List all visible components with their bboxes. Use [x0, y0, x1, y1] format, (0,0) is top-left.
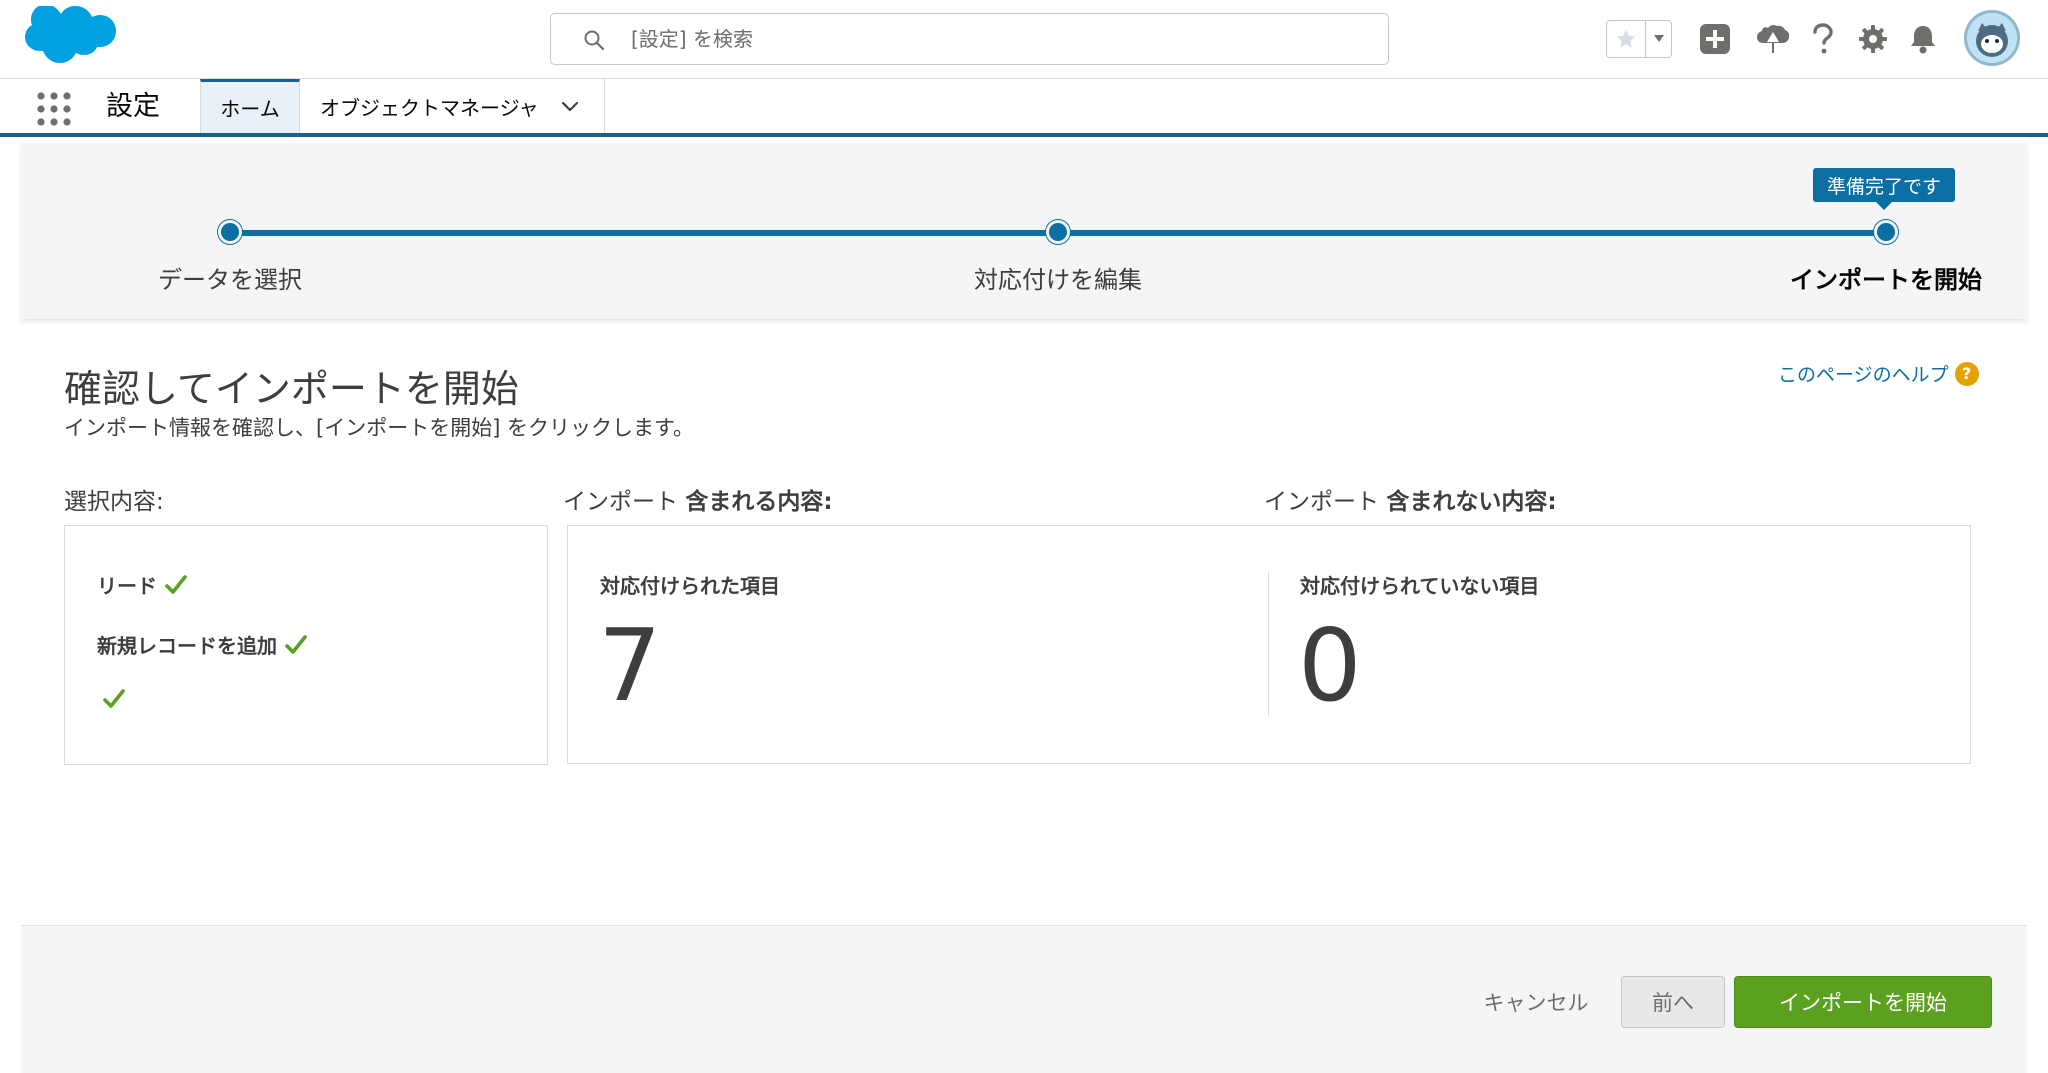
- tab-object-manager-label: オブジェクトマネージャ: [320, 95, 539, 120]
- selection-section-label: 選択内容:: [64, 489, 164, 515]
- user-avatar[interactable]: [1964, 10, 2020, 66]
- app-navigation: 設定 ホーム オブジェクトマネージャ: [0, 79, 2048, 137]
- import-progress: データを選択 対応付けを編集 インポートを開始 準備完了です: [21, 143, 2027, 319]
- selection-item-object-label: リード: [97, 574, 157, 598]
- favorites-dropdown-button[interactable]: [1645, 21, 1671, 57]
- global-actions-button[interactable]: [1696, 20, 1734, 58]
- selection-item-object: リード: [97, 570, 187, 599]
- start-import-button[interactable]: インポートを開始: [1734, 976, 1992, 1028]
- header-actions: [1600, 0, 2048, 79]
- included-label-prefix: インポート: [563, 489, 678, 515]
- excluded-label-bold: 含まれない内容:: [1386, 489, 1557, 515]
- excluded-section-label: インポート 含まれない内容:: [1264, 482, 1557, 516]
- selection-item-extra: [103, 688, 125, 710]
- astro-avatar-icon: [1976, 23, 2008, 57]
- search-icon: [584, 30, 605, 51]
- bell-icon: [1911, 26, 1935, 54]
- plus-icon: [1700, 24, 1730, 54]
- page-help-link-label: このページのヘルプ: [1778, 364, 1949, 386]
- page-title: 確認してインポートを開始: [64, 367, 519, 411]
- selection-item-action: 新規レコードを追加: [97, 630, 307, 659]
- progress-step-2-label: 対応付けを編集: [974, 266, 1142, 294]
- import-summary-box: 対応付けられた項目 7 対応付けられていない項目 0: [567, 525, 1971, 764]
- app-name: 設定: [106, 91, 160, 122]
- included-section-label: インポート 含まれる内容:: [563, 482, 833, 516]
- progress-step-1-dot[interactable]: [218, 220, 242, 244]
- included-label-bold: 含まれる内容:: [685, 489, 833, 515]
- trailhead-icon: [1757, 24, 1790, 53]
- check-icon: [285, 634, 307, 654]
- check-icon: [103, 689, 125, 708]
- tab-object-manager[interactable]: オブジェクトマネージャ: [300, 79, 605, 133]
- app-launcher-icon[interactable]: [36, 91, 72, 127]
- unmapped-fields-count: 0: [1298, 607, 1362, 724]
- global-header: [0, 0, 2048, 79]
- favorites-group: [1606, 20, 1672, 58]
- progress-step-1-label: データを選択: [158, 266, 302, 294]
- excluded-label-prefix: インポート: [1264, 489, 1379, 515]
- caret-down-icon: [1653, 35, 1664, 42]
- page-help-link[interactable]: このページのヘルプ ?: [1778, 360, 1979, 387]
- gear-icon: [1859, 25, 1887, 53]
- favorites-star-button[interactable]: [1607, 21, 1645, 57]
- setup-button[interactable]: [1854, 20, 1892, 58]
- progress-step-3-dot[interactable]: [1874, 220, 1898, 244]
- mapped-fields-count: 7: [598, 607, 662, 724]
- unmapped-fields-label: 対応付けられていない項目: [1300, 574, 1540, 598]
- search-input[interactable]: [631, 22, 1351, 56]
- summary-divider: [1268, 572, 1269, 716]
- question-icon: [1813, 23, 1833, 54]
- progress-tooltip: 準備完了です: [1813, 168, 1956, 210]
- cancel-button[interactable]: キャンセル: [1461, 976, 1611, 1028]
- progress-step-3-label: インポートを開始: [1790, 266, 1982, 294]
- tab-home[interactable]: ホーム: [200, 79, 300, 133]
- check-icon: [165, 574, 187, 594]
- global-search[interactable]: [550, 13, 1389, 65]
- trailhead-button[interactable]: [1754, 20, 1792, 58]
- previous-button[interactable]: 前へ: [1621, 976, 1725, 1028]
- salesforce-logo[interactable]: [22, 6, 116, 72]
- help-icon: ?: [1954, 361, 1979, 386]
- selection-item-action-label: 新規レコードを追加: [97, 634, 277, 658]
- progress-step-2-dot[interactable]: [1046, 220, 1070, 244]
- help-button[interactable]: [1804, 20, 1842, 58]
- page-subtitle: インポート情報を確認し、[インポートを開始] をクリックします。: [64, 416, 694, 440]
- mapped-fields-label: 対応付けられた項目: [600, 574, 780, 598]
- chevron-down-icon[interactable]: [560, 97, 580, 117]
- selection-box: リード 新規レコードを追加: [64, 525, 548, 765]
- footer-actions: キャンセル 前へ インポートを開始: [21, 925, 2027, 1073]
- notifications-button[interactable]: [1904, 20, 1942, 58]
- star-icon: [1616, 29, 1636, 48]
